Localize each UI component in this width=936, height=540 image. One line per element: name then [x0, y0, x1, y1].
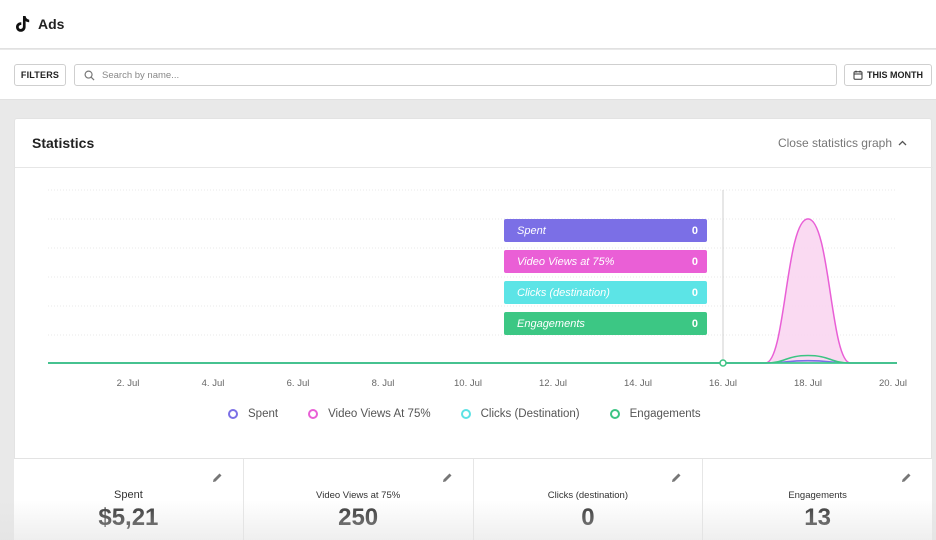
- hover-point: [719, 359, 727, 367]
- kpi-label: Engagements: [788, 490, 847, 501]
- tooltip-row: Spent 0: [504, 219, 707, 242]
- kpi-value: 13: [804, 504, 831, 531]
- kpi-tile-clicks: Clicks (destination) 0: [474, 459, 704, 540]
- x-tick-label: 20. Jul: [879, 378, 907, 389]
- legend-label: Spent: [248, 408, 279, 420]
- x-tick-label: 16. Jul: [709, 378, 737, 389]
- legend-item[interactable]: Spent: [228, 408, 278, 420]
- x-tick-label: 14. Jul: [624, 378, 652, 389]
- legend-item[interactable]: Engagements: [609, 408, 701, 420]
- edit-pencil-icon[interactable]: [212, 472, 223, 483]
- x-tick-label: 12. Jul: [539, 378, 567, 389]
- kpi-value: 250: [338, 504, 379, 531]
- x-tick-label: 6. Jul: [287, 378, 310, 389]
- edit-pencil-icon[interactable]: [671, 472, 682, 483]
- x-tick-label: 4. Jul: [202, 378, 225, 389]
- legend-label: Video Views At 75%: [328, 408, 431, 420]
- chart-legend: Spent Video Views At 75% Clicks (Destinati…: [228, 408, 731, 420]
- legend-label: Clicks (Destination): [480, 408, 580, 420]
- legend-label: Engagements: [629, 408, 701, 420]
- legend-dot-icon: [308, 409, 319, 419]
- tooltip-value: 0: [691, 286, 698, 299]
- tooltip-label: Spent: [517, 224, 546, 237]
- legend-item[interactable]: Video Views At 75%: [308, 408, 431, 420]
- kpi-label: Video Views at 75%: [316, 490, 401, 501]
- tooltip-row: Video Views at 75% 0: [504, 250, 707, 273]
- tooltip-label: Engagements: [517, 317, 585, 330]
- kpi-value: $5,21: [98, 504, 159, 531]
- tooltip-label: Video Views at 75%: [517, 255, 615, 268]
- series-video-views-line: [48, 218, 897, 364]
- kpi-tile-engagements: Engagements 13: [703, 459, 932, 540]
- legend-item[interactable]: Clicks (Destination): [460, 408, 580, 420]
- legend-dot-icon: [460, 409, 471, 419]
- legend-dot-icon: [228, 409, 238, 419]
- tooltip-row: Engagements 0: [504, 312, 707, 335]
- tooltip-row: Clicks (destination) 0: [504, 281, 707, 304]
- x-tick-label: 2. Jul: [117, 378, 140, 389]
- statistics-chart[interactable]: 2. Jul 4. Jul 6. Jul 8. Jul 10. Jul 12. Jul 14…: [0, 0, 936, 460]
- x-tick-label: 18. Jul: [794, 378, 822, 389]
- series-video-views-area: [48, 218, 897, 363]
- kpi-value: 0: [581, 504, 595, 531]
- tooltip-value: 0: [691, 317, 698, 330]
- edit-pencil-icon[interactable]: [442, 472, 453, 483]
- kpi-tile-video-views: Video Views at 75% 250: [244, 459, 474, 540]
- kpi-label: Clicks (destination): [547, 490, 628, 501]
- kpi-tiles: Spent $5,21 Video Views at 75% 250 Click…: [14, 458, 932, 540]
- tooltip-label: Clicks (destination): [517, 286, 610, 299]
- tooltip-value: 0: [691, 224, 698, 237]
- x-tick-label: 8. Jul: [372, 378, 395, 389]
- x-tick-label: 10. Jul: [454, 378, 482, 389]
- kpi-label: Spent: [114, 489, 143, 501]
- legend-dot-icon: [609, 409, 620, 419]
- tooltip-value: 0: [691, 255, 698, 268]
- edit-pencil-icon[interactable]: [901, 472, 912, 483]
- kpi-tile-spent: Spent $5,21: [14, 459, 244, 540]
